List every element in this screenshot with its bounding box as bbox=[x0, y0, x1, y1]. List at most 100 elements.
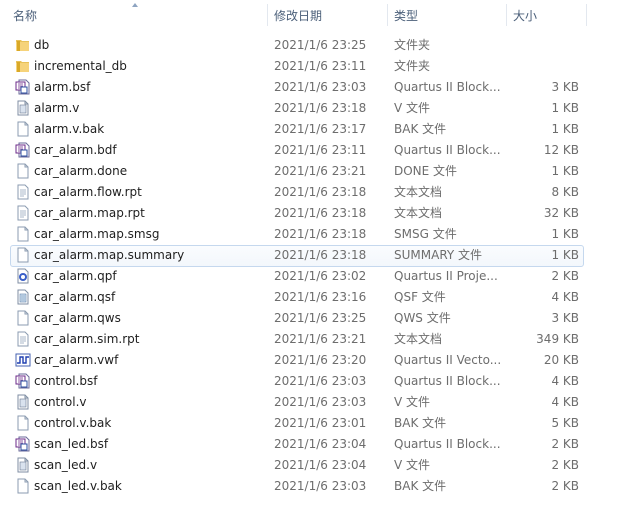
file-modified-date: 2021/1/6 23:11 bbox=[274, 143, 367, 157]
blank-file-icon bbox=[15, 478, 31, 494]
file-row[interactable]: car_alarm.vwf 2021/1/6 23:20 Quartus II Ve… bbox=[0, 350, 642, 371]
file-name: alarm.v bbox=[34, 101, 80, 115]
file-row[interactable]: car_alarm.sim.rpt 2021/1/6 23:21 文本文档 349 K… bbox=[0, 329, 642, 350]
blank-file-icon bbox=[15, 121, 31, 137]
file-row[interactable]: control.bsf 2021/1/6 23:03 Quartus II Bloc… bbox=[0, 371, 642, 392]
column-divider[interactable] bbox=[586, 4, 587, 26]
settings-file-icon bbox=[15, 289, 31, 305]
blank-file-icon bbox=[15, 226, 31, 242]
file-name: car_alarm.flow.rpt bbox=[34, 185, 142, 199]
file-size: 4 KB bbox=[551, 395, 579, 409]
file-name: alarm.bsf bbox=[34, 80, 91, 94]
file-modified-date: 2021/1/6 23:11 bbox=[274, 59, 367, 73]
block-file-icon bbox=[15, 436, 31, 452]
file-row[interactable]: car_alarm.bdf 2021/1/6 23:11 Quartus II Bl… bbox=[0, 140, 642, 161]
block-file-icon bbox=[15, 142, 31, 158]
file-name: scan_led.v bbox=[34, 458, 98, 472]
file-size: 3 KB bbox=[551, 311, 579, 325]
column-header-date[interactable]: 修改日期 bbox=[274, 0, 322, 31]
file-row[interactable]: car_alarm.qsf 2021/1/6 23:16 QSF 文件 4 KB bbox=[0, 287, 642, 308]
file-row[interactable]: alarm.v 2021/1/6 23:18 V 文件 1 KB bbox=[0, 98, 642, 119]
file-modified-date: 2021/1/6 23:03 bbox=[274, 395, 367, 409]
column-divider[interactable] bbox=[506, 4, 507, 26]
file-name: car_alarm.done bbox=[34, 164, 128, 178]
file-type: V 文件 bbox=[394, 395, 431, 409]
file-type: BAK 文件 bbox=[394, 416, 447, 430]
file-modified-date: 2021/1/6 23:04 bbox=[274, 458, 367, 472]
column-header-size[interactable]: 大小 bbox=[513, 0, 537, 31]
file-row[interactable]: car_alarm.done 2021/1/6 23:21 DONE 文件 1 KB bbox=[0, 161, 642, 182]
blank-file-icon bbox=[15, 415, 31, 431]
file-size: 32 KB bbox=[543, 206, 579, 220]
text-doc-icon bbox=[15, 184, 31, 200]
file-row[interactable]: car_alarm.qpf 2021/1/6 23:02 Quartus II Pr… bbox=[0, 266, 642, 287]
file-name: control.bsf bbox=[34, 374, 98, 388]
file-modified-date: 2021/1/6 23:02 bbox=[274, 269, 367, 283]
file-size: 2 KB bbox=[551, 479, 579, 493]
file-row[interactable]: car_alarm.flow.rpt 2021/1/6 23:18 文本文档 8 KB bbox=[0, 182, 642, 203]
column-header-name[interactable]: 名称 bbox=[13, 0, 37, 31]
file-name: car_alarm.map.smsg bbox=[34, 227, 160, 241]
file-modified-date: 2021/1/6 23:16 bbox=[274, 290, 367, 304]
file-row[interactable]: car_alarm.qws 2021/1/6 23:25 QWS 文件 3 KB bbox=[0, 308, 642, 329]
column-divider[interactable] bbox=[387, 4, 388, 26]
file-modified-date: 2021/1/6 23:18 bbox=[274, 185, 367, 199]
file-modified-date: 2021/1/6 23:03 bbox=[274, 479, 367, 493]
block-file-icon bbox=[15, 373, 31, 389]
file-name: scan_led.v.bak bbox=[34, 479, 122, 493]
file-modified-date: 2021/1/6 23:25 bbox=[274, 38, 367, 52]
file-row[interactable]: alarm.bsf 2021/1/6 23:03 Quartus II Block.… bbox=[0, 77, 642, 98]
file-row[interactable]: car_alarm.map.smsg 2021/1/6 23:18 SMSG 文件 1… bbox=[0, 224, 642, 245]
file-size: 1 KB bbox=[551, 227, 579, 241]
file-size: 349 KB bbox=[536, 332, 579, 346]
file-name: control.v bbox=[34, 395, 87, 409]
file-row[interactable]: control.v.bak 2021/1/6 23:01 BAK 文件 5 KB bbox=[0, 413, 642, 434]
file-name: incremental_db bbox=[34, 59, 127, 73]
folder-icon bbox=[15, 58, 31, 74]
file-modified-date: 2021/1/6 23:01 bbox=[274, 416, 367, 430]
file-modified-date: 2021/1/6 23:25 bbox=[274, 311, 367, 325]
file-row-selected[interactable]: car_alarm.map.summary 2021/1/6 23:18 SUMMA… bbox=[0, 245, 642, 267]
file-type: SMSG 文件 bbox=[394, 227, 457, 241]
file-row[interactable]: control.v 2021/1/6 23:03 V 文件 4 KB bbox=[0, 392, 642, 413]
file-modified-date: 2021/1/6 23:04 bbox=[274, 437, 367, 451]
file-type: QWS 文件 bbox=[394, 311, 451, 325]
file-size: 2 KB bbox=[551, 437, 579, 451]
file-type: V 文件 bbox=[394, 458, 431, 472]
file-name: alarm.v.bak bbox=[34, 122, 105, 136]
file-size: 20 KB bbox=[543, 353, 579, 367]
column-divider[interactable] bbox=[267, 4, 268, 26]
file-type: Quartus II Proje... bbox=[394, 269, 498, 283]
file-size: 4 KB bbox=[551, 290, 579, 304]
file-list: db 2021/1/6 23:25 文件夹 incremental_db 2021/1/… bbox=[0, 35, 642, 497]
file-type: QSF 文件 bbox=[394, 290, 446, 304]
column-header-type[interactable]: 类型 bbox=[394, 0, 418, 31]
sort-ascending-icon bbox=[132, 3, 138, 7]
column-header-bar: 名称 修改日期 类型 大小 bbox=[0, 0, 642, 31]
file-type: 文本文档 bbox=[394, 332, 443, 346]
file-name: db bbox=[34, 38, 50, 52]
file-type: Quartus II Block... bbox=[394, 437, 501, 451]
file-name: car_alarm.map.summary bbox=[34, 248, 185, 262]
file-size: 8 KB bbox=[551, 185, 579, 199]
file-type: 文本文档 bbox=[394, 206, 443, 220]
file-row[interactable]: scan_led.bsf 2021/1/6 23:04 Quartus II Blo… bbox=[0, 434, 642, 455]
file-size: 1 KB bbox=[551, 248, 579, 262]
file-row[interactable]: db 2021/1/6 23:25 文件夹 bbox=[0, 35, 642, 56]
file-modified-date: 2021/1/6 23:21 bbox=[274, 332, 367, 346]
file-name: car_alarm.vwf bbox=[34, 353, 119, 367]
file-modified-date: 2021/1/6 23:03 bbox=[274, 374, 367, 388]
file-row[interactable]: incremental_db 2021/1/6 23:11 文件夹 bbox=[0, 56, 642, 77]
file-row[interactable]: car_alarm.map.rpt 2021/1/6 23:18 文本文档 32 KB bbox=[0, 203, 642, 224]
file-row[interactable]: scan_led.v 2021/1/6 23:04 V 文件 2 KB bbox=[0, 455, 642, 476]
file-modified-date: 2021/1/6 23:18 bbox=[274, 227, 367, 241]
file-type: BAK 文件 bbox=[394, 479, 447, 493]
file-row[interactable]: alarm.v.bak 2021/1/6 23:17 BAK 文件 1 KB bbox=[0, 119, 642, 140]
file-name: car_alarm.qws bbox=[34, 311, 121, 325]
file-size: 4 KB bbox=[551, 374, 579, 388]
file-modified-date: 2021/1/6 23:21 bbox=[274, 164, 367, 178]
file-row[interactable]: scan_led.v.bak 2021/1/6 23:03 BAK 文件 2 KB bbox=[0, 476, 642, 497]
waveform-file-icon bbox=[15, 352, 31, 368]
file-size: 5 KB bbox=[551, 416, 579, 430]
blank-file-icon bbox=[15, 247, 31, 263]
